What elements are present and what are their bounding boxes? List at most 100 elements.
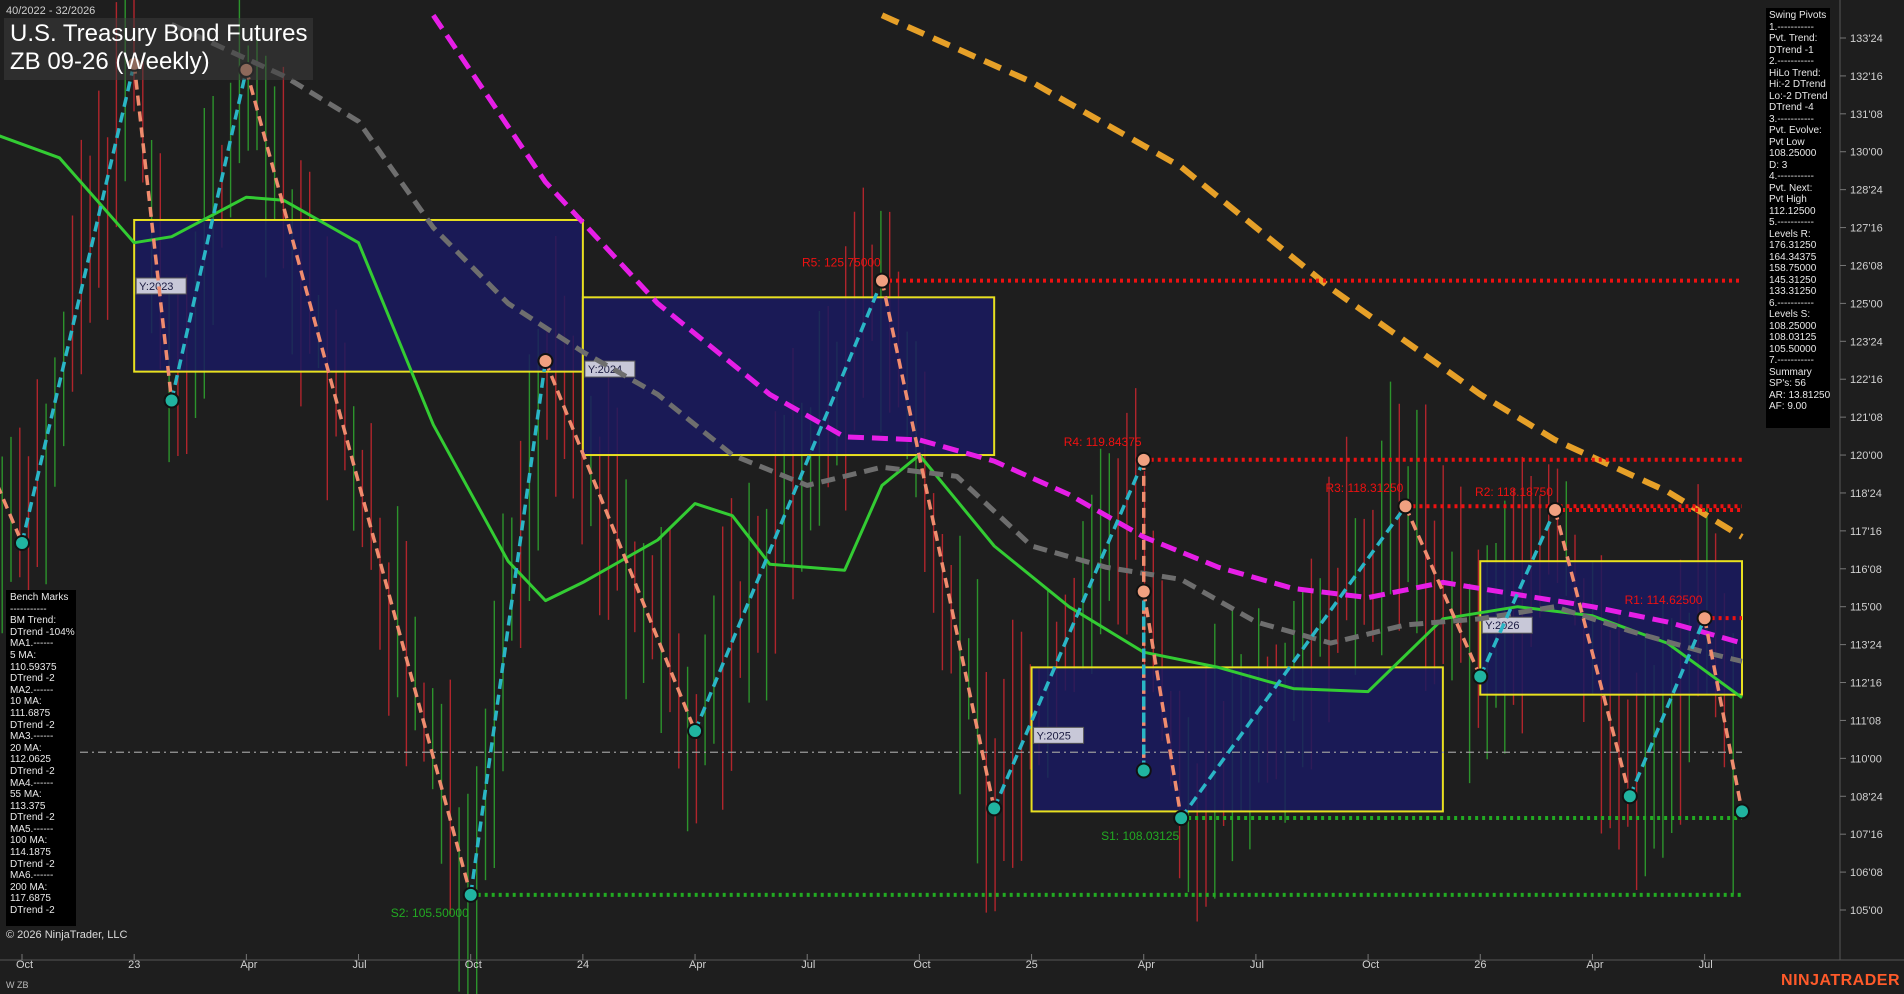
swing-pivot-line: Pvt. Next: — [1769, 182, 1813, 194]
swing-pivot-line: Summary — [1769, 366, 1812, 378]
chart-title-box: U.S. Treasury Bond Futures ZB 09-26 (Wee… — [4, 18, 314, 80]
swing-pivot-dot — [1696, 610, 1713, 627]
swing-pivot-line: D: 3 — [1769, 159, 1788, 171]
swing-pivot-line: AF: 9.00 — [1769, 401, 1807, 412]
y-tick-label: 128'24 — [1850, 185, 1883, 197]
swing-pivot-dot — [462, 886, 479, 903]
y-tick-label: 107'16 — [1850, 829, 1883, 841]
swing-pivot-line: Levels S: — [1769, 309, 1811, 320]
x-tick-label: Jul — [801, 959, 815, 971]
swing-pivot-dot — [537, 353, 554, 370]
y-tick-label: 130'00 — [1850, 147, 1883, 159]
benchmark-line: MA5.------ — [10, 823, 54, 835]
benchmark-line: 117.6875 — [10, 893, 51, 905]
y-tick-label: 127'16 — [1850, 223, 1883, 235]
x-tick-label: Jul — [1699, 959, 1713, 971]
benchmark-line: BM Trend: — [10, 615, 57, 627]
swing-pivot-line: 7.----------- — [1769, 355, 1814, 366]
y-tick-label: 115'00 — [1850, 602, 1882, 614]
benchmark-line: DTrend -2 — [10, 905, 55, 917]
y-tick-label: 105'00 — [1850, 905, 1883, 917]
y-tick-label: 111'08 — [1850, 715, 1881, 727]
swing-pivot-line: 164.34375 — [1769, 251, 1817, 263]
y-tick-label: 122'16 — [1850, 374, 1883, 386]
y-tick-label: 120'00 — [1850, 450, 1883, 462]
benchmark-line: 20 MA: — [10, 742, 42, 754]
swing-pivot-dot — [14, 535, 30, 552]
level-label: R1: 114.62500 — [1625, 593, 1703, 607]
benchmark-line: MA3.------ — [10, 731, 54, 743]
y-tick-label: 106'08 — [1850, 867, 1883, 879]
price-chart[interactable]: Y:2023Y:2024Y:2025Y:2026 R5: 125.75000R4… — [0, 0, 1904, 994]
x-tick-label: Jul — [1250, 959, 1264, 971]
y-tick-label: 118'24 — [1850, 488, 1882, 500]
brand-logo: NINJATRADER — [1781, 972, 1900, 989]
y-tick-label: 113'24 — [1850, 640, 1882, 652]
y-tick-label: 112'16 — [1850, 678, 1882, 690]
y-tick-label: 133'24 — [1850, 33, 1883, 45]
x-tick-label: Apr — [1586, 959, 1603, 971]
benchmark-line: 5 MA: — [10, 649, 37, 661]
benchmark-line: DTrend -104% — [10, 626, 75, 638]
x-tick-label: Oct — [913, 959, 930, 971]
benchmark-line: 110.59375 — [10, 661, 57, 673]
swing-pivot-dot — [1135, 451, 1152, 468]
benchmark-line: 114.1875 — [10, 847, 51, 859]
level-label: S1: 108.03125 — [1101, 829, 1179, 843]
swing-pivot-line: 3.----------- — [1769, 113, 1814, 125]
benchmark-line: 112.0625 — [10, 754, 51, 766]
x-tick-label: Apr — [1138, 959, 1155, 971]
benchmark-line: 111.6875 — [10, 707, 51, 719]
swing-pivot-line: Pvt. Evolve: — [1769, 125, 1822, 136]
y-tick-label: 123'24 — [1850, 336, 1883, 348]
benchmark-line: ----------- — [10, 603, 47, 615]
y-tick-label: 121'08 — [1850, 412, 1883, 424]
benchmark-line: DTrend -2 — [10, 858, 55, 870]
x-tick-label: Apr — [689, 959, 706, 971]
swing-pivot-dot — [1734, 803, 1750, 820]
benchmark-line: 113.375 — [10, 800, 46, 812]
level-label: R3: 118.31250 — [1325, 481, 1403, 495]
x-tick-label: Oct — [465, 959, 482, 971]
level-label: R4: 119.84375 — [1064, 435, 1142, 449]
benchmarks-panel: Bench Marks ----------- BM Trend: DTrend -1… — [6, 590, 76, 926]
swing-pivot-line: 145.31250 — [1769, 274, 1817, 286]
swing-pivot-line: Pvt. Trend: — [1769, 33, 1818, 44]
x-tick-label: 23 — [128, 959, 140, 971]
y-tick-label: 110'00 — [1850, 753, 1882, 765]
symbol-tag: W ZB — [6, 980, 29, 990]
x-tick-label: 25 — [1026, 959, 1038, 971]
swing-pivot-line: DTrend -1 — [1769, 44, 1814, 56]
y-tick-label: 126'08 — [1850, 260, 1883, 272]
swing-pivot-dot — [687, 723, 704, 740]
y-tick-label: 131'08 — [1850, 109, 1883, 121]
x-tick-label: 26 — [1474, 959, 1486, 971]
chart-title: U.S. Treasury Bond Futures — [10, 20, 308, 47]
swing-pivot-dot — [1135, 762, 1152, 779]
benchmark-line: MA1.------ — [10, 638, 54, 650]
swing-pivot-line: 2.----------- — [1769, 56, 1814, 67]
benchmark-line: 100 MA: — [10, 835, 48, 847]
swing-pivot-dot — [1173, 810, 1190, 827]
swing-pivot-line: Pvt High — [1769, 194, 1807, 205]
y-tick-label: 117'16 — [1850, 526, 1882, 538]
swing-pivots-panel: Swing Pivots 1.----------- Pvt. Trend: DTre… — [1766, 8, 1830, 428]
swing-pivot-line: 105.50000 — [1769, 343, 1817, 355]
swing-pivot-line: HiLo Trend: — [1769, 67, 1821, 79]
level-label: S2: 105.50000 — [391, 906, 469, 920]
y-tick-label: 132'16 — [1850, 71, 1883, 83]
swing-pivot-line: 158.75000 — [1769, 263, 1817, 274]
swing-pivot-line: 133.31250 — [1769, 286, 1817, 297]
benchmark-line: DTrend -2 — [10, 812, 55, 824]
level-label: R2: 118.18750 — [1475, 485, 1553, 499]
benchmark-line: DTrend -2 — [10, 673, 55, 685]
swing-pivot-line: Swing Pivots — [1769, 10, 1827, 21]
y-tick-label: 108'24 — [1850, 791, 1883, 803]
year-zone-label: Y:2023 — [139, 281, 173, 293]
benchmark-line: MA4.------ — [10, 777, 54, 789]
benchmark-line: DTrend -2 — [10, 719, 55, 731]
benchmark-line: Bench Marks — [10, 592, 69, 603]
x-tick-label: Oct — [16, 959, 33, 971]
benchmark-line: 200 MA: — [10, 881, 48, 893]
year-zone — [581, 296, 996, 457]
